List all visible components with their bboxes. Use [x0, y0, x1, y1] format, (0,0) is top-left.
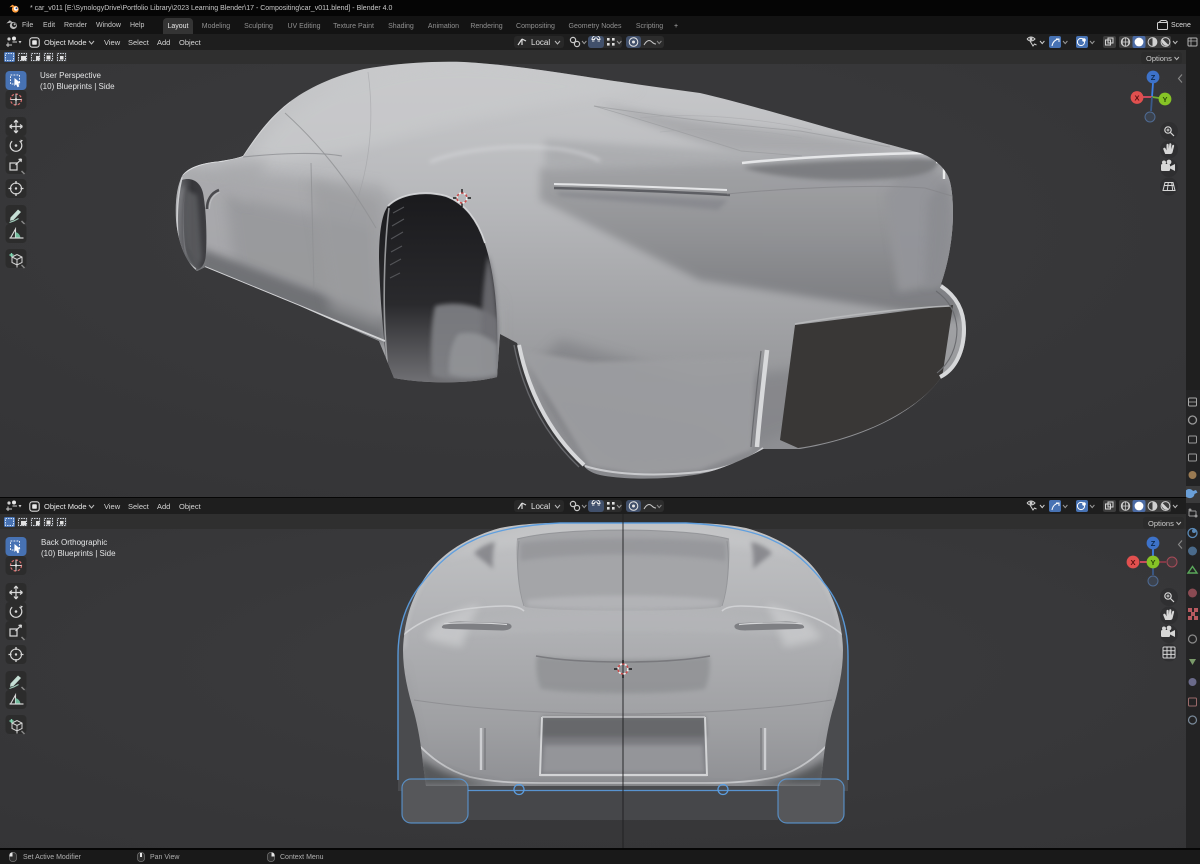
svg-text:Y: Y — [1162, 95, 1167, 104]
svg-text:Options: Options — [1146, 54, 1172, 63]
svg-text:X: X — [1130, 558, 1135, 567]
svg-text:Local: Local — [531, 502, 550, 511]
svg-text:User Perspective: User Perspective — [40, 71, 101, 80]
svg-text:Y: Y — [1150, 558, 1155, 567]
svg-text:Z: Z — [1151, 73, 1156, 82]
svg-text:(10) Blueprints | Side: (10) Blueprints | Side — [40, 82, 115, 91]
svg-text:Back Orthographic: Back Orthographic — [41, 538, 107, 547]
svg-text:Local: Local — [531, 38, 550, 47]
svg-text:Z: Z — [1151, 539, 1156, 548]
svg-text:(10) Blueprints | Side: (10) Blueprints | Side — [41, 549, 116, 558]
svg-text:Options: Options — [1148, 519, 1174, 528]
svg-text:X: X — [1134, 94, 1139, 103]
